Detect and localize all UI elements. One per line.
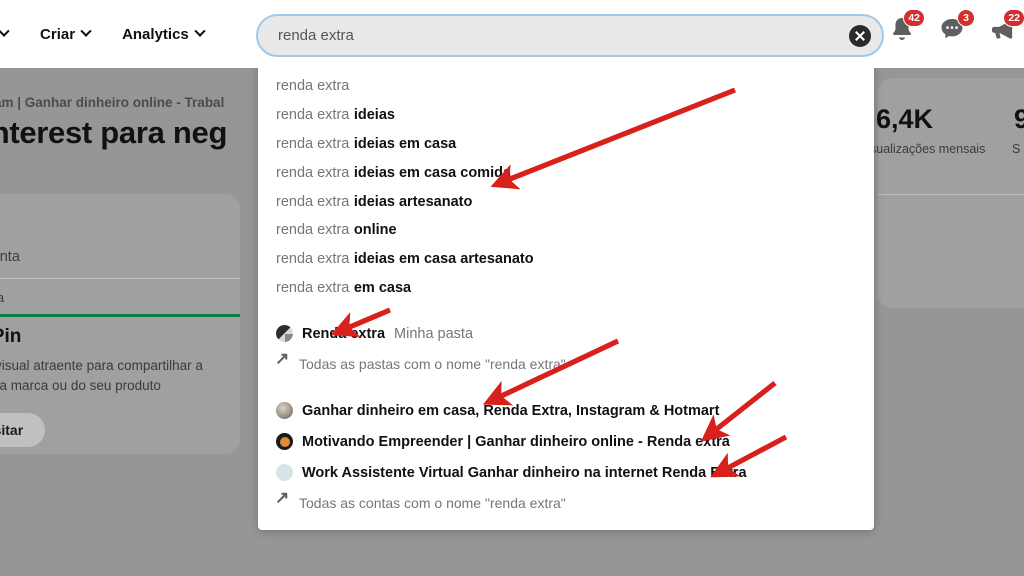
suggestion-completion: online: [353, 222, 397, 239]
suggestion-item[interactable]: renda extra ideias: [258, 101, 874, 130]
suggestion-prefix: renda extra: [276, 251, 350, 268]
board-subtitle: Minha pasta: [394, 325, 474, 342]
megaphone-icon[interactable]: 22: [988, 9, 1024, 44]
chevron-down-icon: [0, 25, 10, 37]
board-name: Renda extra: [302, 325, 386, 342]
account-result-row[interactable]: Ganhar dinheiro em casa, Renda Extra, In…: [258, 395, 874, 426]
background-card-divider: [878, 194, 1024, 195]
stat-label-secondary: S: [1012, 142, 1021, 156]
account-name: Work Assistente Virtual Ganhar dinheiro …: [302, 464, 747, 481]
suggestion-prefix: renda extra: [276, 78, 350, 95]
account-result-row[interactable]: Motivando Empreender | Ganhar dinheiro o…: [258, 426, 874, 457]
nav-item-business[interactable]: ess: [0, 25, 24, 43]
card-subtitle: sua conta: [0, 249, 20, 265]
page-title: Pinterest para neg: [0, 115, 228, 150]
suggestion-item[interactable]: renda extra em casa: [258, 274, 874, 303]
nav-item-criar[interactable]: Criar: [24, 26, 106, 43]
chevron-down-icon: [80, 25, 92, 37]
bell-badge: 42: [903, 9, 925, 27]
suggestion-prefix: renda extra: [276, 164, 350, 181]
search-input[interactable]: [276, 14, 836, 57]
account-result-row[interactable]: Work Assistente Virtual Ganhar dinheiro …: [258, 457, 874, 488]
card-paragraph-line-1: m Pin de visual atraente para compartilh…: [0, 358, 203, 373]
suggestion-item[interactable]: renda extra ideias em casa comida: [258, 158, 874, 187]
suggestion-prefix: renda extra: [276, 107, 350, 124]
account-avatar-icon: [276, 402, 293, 420]
chat-bubble-icon[interactable]: 3: [938, 9, 975, 44]
bell-icon[interactable]: 42: [888, 9, 925, 44]
suggestion-item[interactable]: renda extra ideias artesanato: [258, 187, 874, 216]
card-divider: [0, 278, 240, 279]
suggestion-item[interactable]: renda extra ideias em casa: [258, 130, 874, 159]
arrow-up-right-icon: [275, 349, 290, 371]
suggestion-completion: ideias artesanato: [353, 193, 473, 210]
progress-bar: [0, 314, 240, 317]
pinterest-search-screen: Miriam | Ganhar dinheiro online - Trabal…: [0, 0, 1024, 576]
account-name: Ganhar dinheiro em casa, Renda Extra, In…: [302, 402, 720, 419]
suggestion-item[interactable]: renda extra: [258, 72, 874, 101]
stat-value-secondary: 9: [1014, 104, 1024, 134]
suggestion-completion: ideias em casa artesanato: [353, 251, 534, 268]
account-avatar-icon: [276, 464, 293, 482]
megaphone-badge: 22: [1003, 9, 1024, 27]
nav-item-analytics[interactable]: Analytics: [106, 26, 220, 43]
arrow-up-right-icon: [275, 488, 290, 510]
all-boards-label: Todas as pastas com o nome "renda extra": [299, 356, 566, 373]
chevron-down-icon: [194, 25, 206, 37]
search-bar[interactable]: [256, 14, 884, 57]
header-icon-group: 42 3 22: [888, 9, 1024, 44]
board-thumbnail-icon: [276, 325, 293, 343]
card-heading-secondary: um Pin: [0, 326, 22, 347]
suggestion-item[interactable]: renda extra online: [258, 216, 874, 245]
all-accounts-link[interactable]: Todas as contas com o nome "renda extra": [258, 488, 874, 518]
card-paragraph-line-2: ncia da sua marca ou do seu produto: [0, 378, 161, 393]
card-status-text: cerrada: [0, 290, 5, 305]
all-accounts-label: Todas as contas com o nome "renda extra": [299, 495, 566, 512]
top-header-bar: ess Criar Analytics 42: [0, 0, 1024, 68]
all-boards-link[interactable]: Todas as pastas com o nome "renda extra": [258, 349, 874, 379]
suggestion-completion: ideias em casa: [353, 135, 457, 152]
suggestion-completion: ideias: [353, 107, 395, 124]
nav-item-label: Analytics: [122, 25, 189, 43]
revisit-button[interactable]: Revisitar: [0, 413, 46, 447]
close-circle-icon[interactable]: [849, 24, 871, 47]
suggestion-prefix: renda extra: [276, 193, 350, 210]
account-avatar-icon: [276, 433, 293, 451]
board-result-row[interactable]: Renda extra Minha pasta: [258, 318, 874, 349]
suggestion-completion: em casa: [353, 279, 412, 296]
stat-label: sualizações mensais: [870, 142, 986, 156]
chat-badge: 3: [957, 9, 975, 27]
main-navigation: ess Criar Analytics: [0, 0, 220, 68]
nav-item-label: Criar: [40, 25, 76, 43]
account-name: Motivando Empreender | Ganhar dinheiro o…: [302, 433, 730, 450]
stat-value: 6,4K: [876, 104, 934, 134]
suggestion-prefix: renda extra: [276, 135, 350, 152]
search-suggestions-dropdown: renda extra renda extra ideias renda extr…: [258, 60, 874, 530]
suggestion-item[interactable]: renda extra ideias em casa artesanato: [258, 245, 874, 274]
suggestion-prefix: renda extra: [276, 279, 350, 296]
suggestion-prefix: renda extra: [276, 222, 350, 239]
suggestion-completion: ideias em casa comida: [353, 164, 512, 181]
breadcrumb: Miriam | Ganhar dinheiro online - Trabal: [0, 95, 225, 110]
